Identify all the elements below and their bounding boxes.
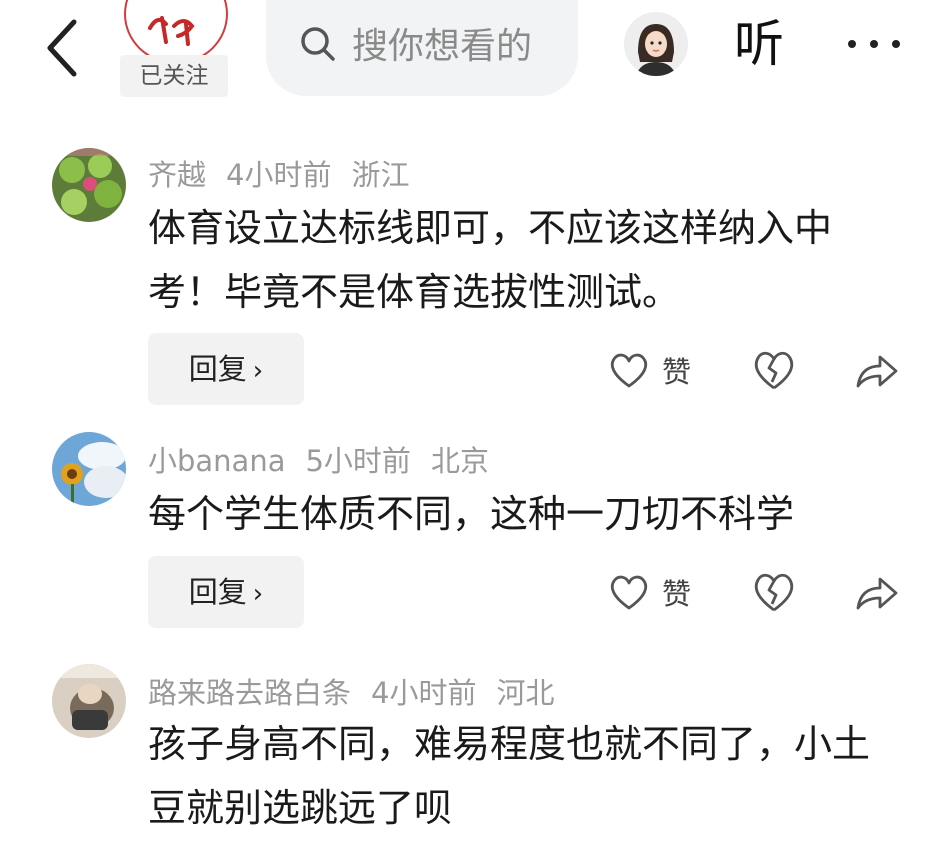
- more-icon: [848, 40, 900, 48]
- search-input[interactable]: [352, 18, 548, 74]
- share-icon: [856, 355, 898, 388]
- reply-label: 回复: [188, 575, 247, 609]
- like-button[interactable]: 赞: [608, 346, 691, 394]
- comment-time: 4小时前: [371, 676, 477, 710]
- comment-text: 体育设立达标线即可，不应该这样纳入中考！毕竟不是体育选拔性测试。: [148, 206, 833, 314]
- commenter-avatar[interactable]: [52, 148, 126, 222]
- chevron-right-icon: ›: [252, 579, 264, 609]
- broken-heart-icon: [754, 573, 794, 612]
- comment-meta: 小banana 5小时前 北京: [148, 438, 509, 480]
- commenter-name[interactable]: 小banana: [148, 444, 285, 478]
- commenter-avatar[interactable]: [52, 664, 126, 738]
- comment-time: 4小时前: [226, 158, 332, 192]
- dislike-button[interactable]: [750, 568, 798, 616]
- back-button[interactable]: [38, 10, 98, 80]
- chevron-right-icon: ›: [252, 356, 264, 386]
- commenter-avatar[interactable]: [52, 432, 126, 506]
- user-avatar[interactable]: [624, 12, 688, 76]
- commenter-name[interactable]: 齐越: [148, 158, 206, 192]
- comment-time: 5小时前: [305, 444, 411, 478]
- reply-button[interactable]: 回复 ›: [148, 556, 304, 628]
- like-button[interactable]: 赞: [608, 568, 691, 616]
- share-button[interactable]: [852, 346, 900, 394]
- comment-text: 每个学生体质不同，这种一刀切不科学: [148, 492, 795, 536]
- like-label: 赞: [662, 355, 692, 389]
- top-bar: 已关注 听: [0, 0, 948, 110]
- reply-button[interactable]: 回复 ›: [148, 333, 304, 405]
- commenter-name[interactable]: 路来路去路白条: [148, 676, 351, 710]
- share-icon: [856, 577, 898, 610]
- comment-location: 北京: [430, 444, 489, 478]
- follow-status-badge: 已关注: [120, 55, 228, 97]
- reply-label: 回复: [188, 352, 247, 386]
- heart-icon: [610, 353, 648, 388]
- heart-icon: [610, 575, 648, 610]
- share-button[interactable]: [852, 568, 900, 616]
- dislike-button[interactable]: [750, 346, 798, 394]
- broken-heart-icon: [754, 351, 794, 390]
- comment-meta: 路来路去路白条 4小时前 河北: [148, 670, 574, 712]
- more-button[interactable]: [842, 22, 906, 62]
- followed-account[interactable]: 已关注: [120, 0, 228, 98]
- like-label: 赞: [662, 577, 692, 611]
- search-bar[interactable]: [266, 0, 578, 96]
- back-icon: [47, 19, 77, 77]
- comment-meta: 齐越 4小时前 浙江: [148, 152, 429, 194]
- search-icon: [301, 27, 335, 61]
- comment-location: 河北: [496, 676, 555, 710]
- listen-button[interactable]: 听: [734, 14, 784, 74]
- comment-location: 浙江: [351, 158, 410, 192]
- comment-text: 孩子身高不同，难易程度也就不同了，小土豆就别选跳远了呗: [148, 722, 871, 830]
